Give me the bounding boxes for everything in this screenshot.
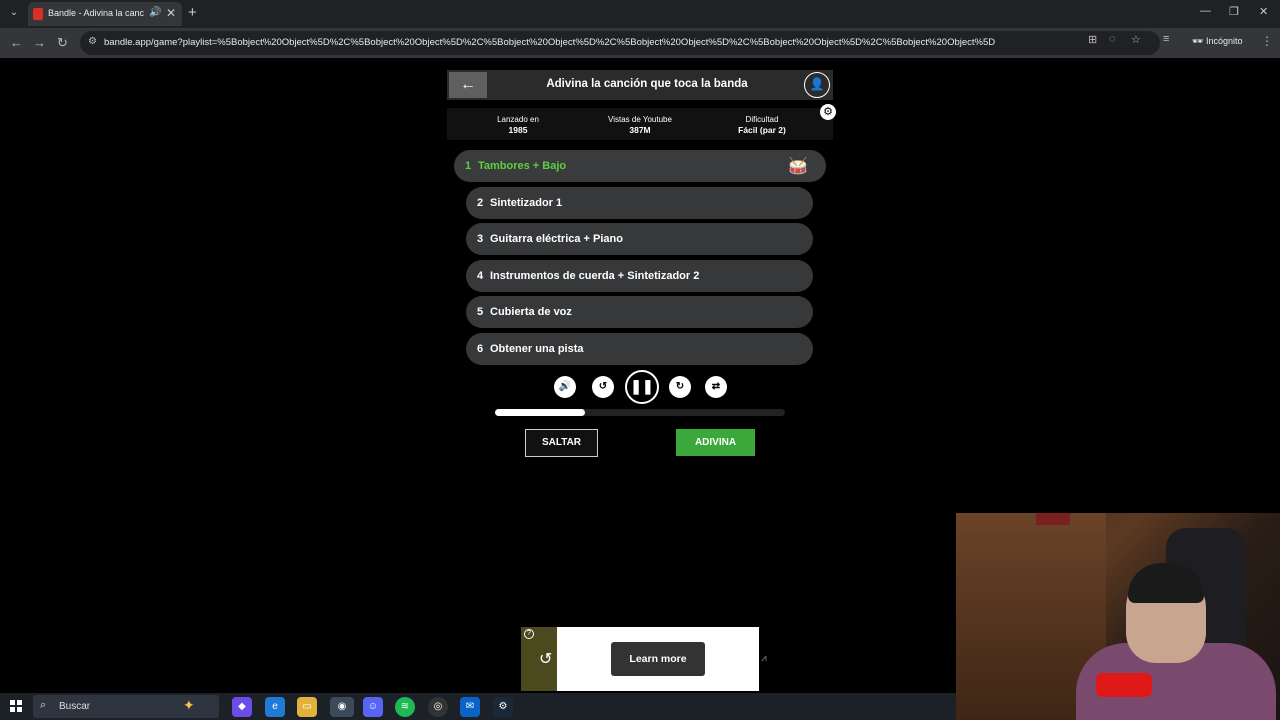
game-title: Adivina la canción que toca la banda	[546, 78, 748, 90]
windows-taskbar: ⌕ Buscar ✦ ◆ e ▭ ◉ ☺ ≋ ◎ ✉ ⚙	[0, 693, 956, 720]
profile-icon[interactable]: 👤	[804, 72, 830, 98]
close-window-icon[interactable]: ✕	[1259, 5, 1268, 18]
youtube-views-info: Vistas de Youtube 387M	[608, 115, 672, 135]
volume-icon[interactable]: 🔊	[554, 376, 576, 398]
track-item-2[interactable]: 2 Sintetizador 1	[466, 187, 813, 219]
discord-icon[interactable]: ☺	[363, 697, 383, 717]
playback-progress-bar[interactable]	[495, 409, 785, 416]
browser-toolbar: ← → ↻ ⚙ bandle.app/game?playlist=%5Bobje…	[0, 28, 1280, 58]
site-info-icon[interactable]: ⚙	[88, 36, 97, 47]
ad-replay-icon[interactable]: ↺	[539, 649, 552, 669]
tab-search-chevron-icon[interactable]: ⌄	[6, 5, 22, 21]
difficulty-info: Dificultad Fácil (par 2)	[738, 115, 786, 135]
track-item-3[interactable]: 3 Guitarra eléctrica + Piano	[466, 223, 813, 255]
webcam-wall-frame	[1036, 513, 1070, 525]
browser-menu-icon[interactable]: ⋮	[1261, 34, 1273, 48]
incognito-icon: 🕶	[1192, 36, 1204, 46]
taskbar-search-placeholder: Buscar	[59, 701, 91, 712]
back-nav-icon[interactable]: ←	[10, 35, 23, 50]
forward-nav-icon[interactable]: →	[33, 35, 46, 50]
audio-playing-icon[interactable]: 🔊	[149, 7, 161, 18]
ad-image: ? ↺	[521, 627, 557, 691]
track-item-6[interactable]: 6 Obtener una pista	[466, 333, 813, 365]
restore-icon[interactable]: ❐	[1229, 5, 1239, 18]
pause-button[interactable]: ❚❚	[625, 370, 659, 404]
outlook-icon[interactable]: ✉	[460, 697, 480, 717]
rewind-5-icon[interactable]: ↺	[592, 376, 614, 398]
chrome-icon[interactable]: ◉	[330, 697, 354, 717]
drums-icon: 🥁	[788, 158, 808, 175]
search-highlight-icon: ✦	[183, 697, 195, 713]
track-item-5[interactable]: 5 Cubierta de voz	[466, 296, 813, 328]
playback-progress-fill	[495, 409, 585, 416]
windows-start-icon[interactable]	[10, 700, 22, 712]
ad-mark-icon: ⩘	[761, 653, 767, 664]
minimize-icon[interactable]: —	[1200, 5, 1211, 17]
settings-gear-icon[interactable]: ⚙	[820, 104, 836, 120]
bookmark-star-icon[interactable]: ☆	[1131, 33, 1141, 46]
incognito-indicator[interactable]: 🕶 Incógnito	[1192, 36, 1242, 47]
release-year-info: Lanzado en 1985	[497, 115, 539, 135]
track-item-4[interactable]: 4 Instrumentos de cuerda + Sintetizador …	[466, 260, 813, 292]
ad-help-icon[interactable]: ?	[524, 629, 534, 639]
new-tab-icon[interactable]: +	[188, 4, 197, 21]
forward-5-icon[interactable]: ↻	[669, 376, 691, 398]
repeat-off-icon[interactable]: ⇄	[705, 376, 727, 398]
reload-icon[interactable]: ↻	[57, 35, 68, 51]
spotify-icon[interactable]: ≋	[395, 697, 415, 717]
taskbar-search[interactable]: ⌕ Buscar ✦	[33, 695, 219, 718]
steam-icon[interactable]: ⚙	[493, 697, 513, 717]
translate-icon[interactable]: ⊞	[1088, 33, 1097, 46]
search-icon: ⌕	[40, 699, 47, 711]
media-controls-icon[interactable]: ≡	[1163, 33, 1169, 45]
guess-button[interactable]: ADIVINA	[676, 429, 755, 456]
webcam-microphone	[1096, 673, 1152, 697]
browser-tab-bar: ⌄ Bandle - Adivina la canción 🔊 ✕ + — ❐ …	[0, 0, 1280, 28]
edge-icon[interactable]: e	[265, 697, 285, 717]
webcam-overlay	[956, 513, 1280, 720]
obs-icon[interactable]: ◎	[428, 697, 448, 717]
game-header: ← Adivina la canción que toca la banda 👤	[447, 70, 833, 100]
ad-learn-more-button[interactable]: Learn more	[611, 642, 705, 676]
browser-tab[interactable]: Bandle - Adivina la canción 🔊 ✕	[28, 2, 182, 26]
url-text[interactable]: bandle.app/game?playlist=%5Bobject%20Obj…	[104, 37, 995, 48]
bandle-favicon-icon	[33, 8, 43, 20]
track-item-1[interactable]: 1 Tambores + Bajo 🥁	[454, 150, 826, 182]
close-tab-icon[interactable]: ✕	[166, 6, 176, 20]
song-info-bar: Lanzado en 1985 Vistas de Youtube 387M D…	[447, 108, 833, 140]
ad-banner[interactable]: ? ↺ Learn more ⩘	[521, 627, 767, 691]
file-explorer-icon[interactable]: ▭	[297, 697, 317, 717]
incognito-label: Incógnito	[1205, 36, 1243, 46]
copilot-icon[interactable]: ◆	[232, 697, 252, 717]
eye-off-icon[interactable]: ◌	[1109, 33, 1116, 45]
address-bar[interactable]: ⚙ bandle.app/game?playlist=%5Bobject%20O…	[80, 31, 1160, 55]
skip-button[interactable]: SALTAR	[525, 429, 598, 457]
tab-title: Bandle - Adivina la canción	[48, 8, 144, 18]
